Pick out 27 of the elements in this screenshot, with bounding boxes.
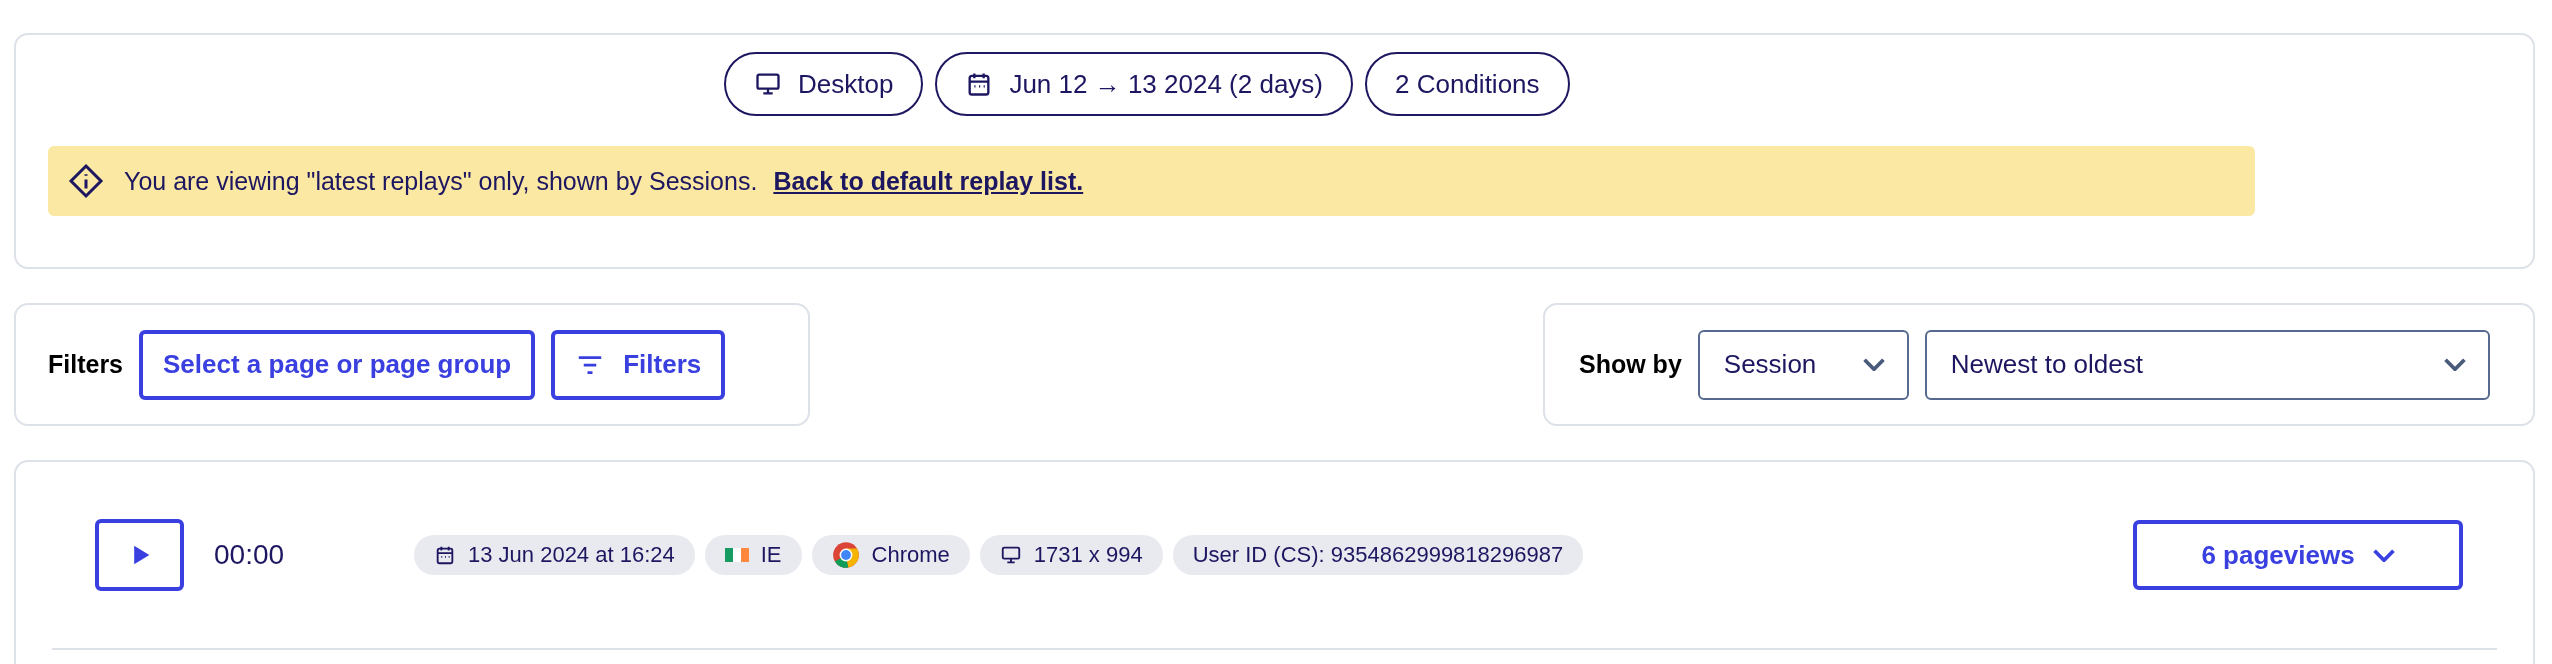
session-tag: 13 Jun 2024 at 16:24 — [414, 535, 695, 575]
default-list-link[interactable]: Back to default replay list. — [773, 166, 1084, 196]
page-select-button[interactable]: Select a page or page group — [139, 329, 536, 400]
pageviews-dropdown[interactable]: 6 pageviews — [2133, 520, 2463, 590]
summary-pill[interactable]: 2 Conditions — [1365, 52, 1570, 116]
filters-label: Filters — [48, 350, 124, 379]
info-icon — [68, 163, 104, 199]
session-tag: IE — [704, 535, 802, 575]
session-tag: Chrome — [811, 535, 970, 575]
browser-icon — [831, 541, 860, 569]
chevron-down-icon — [1862, 358, 1885, 371]
sort-dropdown[interactable]: Newest to oldest — [1924, 329, 2490, 400]
notice-text: You are viewing "latest replays" only, shown by Sessions. — [124, 166, 758, 196]
summary-pill[interactable]: Jun 12 → 13 2024 (2 days) — [935, 52, 1354, 116]
summary-pill[interactable]: Desktop — [724, 52, 924, 116]
chevron-down-icon — [2443, 358, 2466, 371]
session-tag: 1731 x 994 — [979, 535, 1163, 575]
play-button[interactable] — [95, 519, 184, 591]
grouping-dropdown[interactable]: Session — [1697, 329, 1909, 400]
chevron-down-icon — [2372, 548, 2395, 562]
flag-icon — [724, 548, 749, 562]
filters-button[interactable]: Filters — [551, 329, 726, 400]
duration: 00:00 — [214, 539, 286, 571]
monitor-icon — [999, 544, 1022, 566]
calendar-icon — [434, 544, 456, 566]
session-tag: User ID (CS): 9354862999818296987 — [1172, 535, 1584, 575]
show-by-label: Show by — [1579, 350, 1682, 379]
